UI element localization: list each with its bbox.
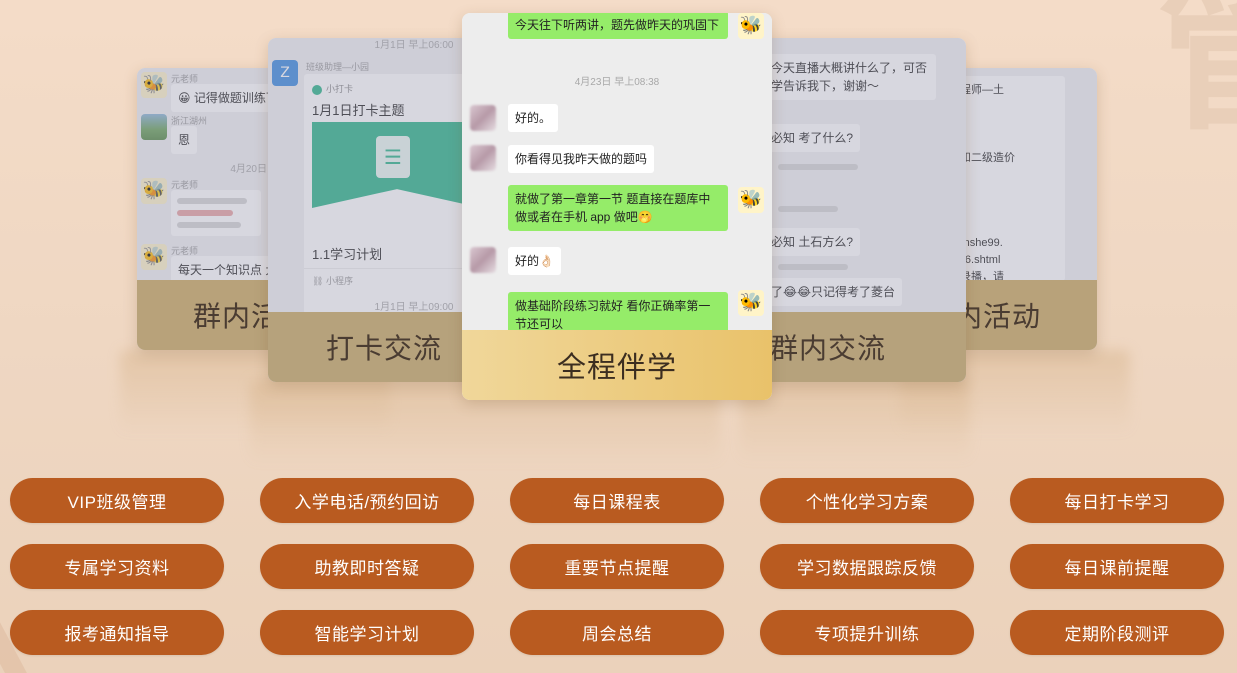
feature-button-assistant-qa[interactable]: 助教即时答疑 [260, 544, 474, 589]
feature-button-weekly-summary[interactable]: 周会总结 [510, 610, 724, 655]
student-chat-bubble: 好的👌🏻 [508, 247, 561, 275]
feature-button-smart-plan[interactable]: 智能学习计划 [260, 610, 474, 655]
feature-button-data-tracking[interactable]: 学习数据跟踪反馈 [760, 544, 974, 589]
decorative-glyph: 管 [1157, 0, 1237, 140]
chat-timestamp: 4月23日 早上08:38 [574, 77, 660, 88]
card-caption: 全程伴学 [462, 330, 772, 400]
bee-avatar-icon: 🐝 [738, 187, 764, 213]
feature-button-exclusive-materials[interactable]: 专属学习资料 [10, 544, 224, 589]
teacher-chat-bubble: 今天往下听两讲，题先做昨天的巩固下 [508, 13, 728, 39]
feature-button-exam-guidance[interactable]: 报考通知指导 [10, 610, 224, 655]
student-chat-bubble: 好的。 [508, 104, 559, 132]
feature-button-personal-plan[interactable]: 个性化学习方案 [760, 478, 974, 523]
feature-button-vip-class-management[interactable]: VIP班级管理 [10, 478, 224, 523]
feature-button-daily-schedule[interactable]: 每日课程表 [510, 478, 724, 523]
feature-button-periodic-assessment[interactable]: 定期阶段测评 [1010, 610, 1224, 655]
teacher-chat-bubble: 就做了第一章第一节 题直接在题库中做或者在手机 app 做吧🤭 [508, 185, 728, 231]
card-full-companion-learning[interactable]: 今天往下听两讲，题先做昨天的巩固下 🐝 4月23日 早上08:38 好的。 你看… [462, 13, 772, 400]
student-avatar [470, 145, 496, 171]
feature-button-pre-class-reminder[interactable]: 每日课前提醒 [1010, 544, 1224, 589]
student-avatar [470, 247, 496, 273]
feature-button-milestone-reminder[interactable]: 重要节点提醒 [510, 544, 724, 589]
bee-avatar-icon: 🐝 [738, 290, 764, 316]
student-avatar [470, 105, 496, 131]
student-chat-bubble: 你看得见我昨天做的题吗 [508, 145, 655, 173]
feature-button-enrollment-call[interactable]: 入学电话/预约回访 [260, 478, 474, 523]
feature-grid: VIP班级管理 入学电话/预约回访 每日课程表 个性化学习方案 每日打卡学习 专… [10, 478, 1224, 655]
feature-button-daily-checkin[interactable]: 每日打卡学习 [1010, 478, 1224, 523]
bee-avatar-icon: 🐝 [738, 13, 764, 39]
feature-button-special-training[interactable]: 专项提升训练 [760, 610, 974, 655]
